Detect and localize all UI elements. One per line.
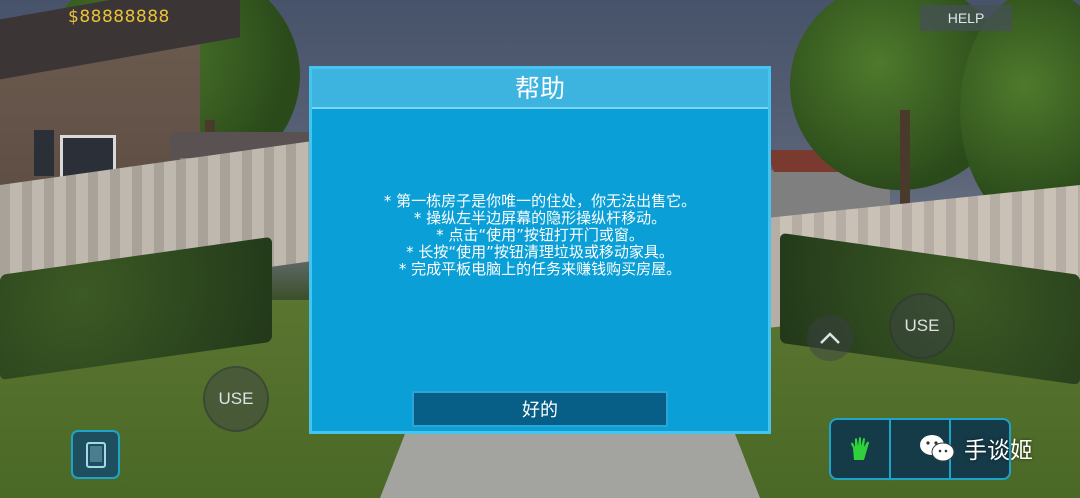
help-dialog: 帮助 * 第一栋房子是你唯一的住处，你无法出售它。 * 操纵左半边屏幕的隐形操纵… (309, 66, 771, 434)
help-line-4: * 长按“使用”按钮清理垃圾或移动家具。 (406, 243, 674, 261)
tool-slot-hand[interactable] (831, 420, 891, 478)
help-line-2: * 操纵左半边屏幕的隐形操纵杆移动。 (413, 209, 667, 227)
help-line-5: * 完成平板电脑上的任务来赚钱购买房屋。 (398, 260, 682, 278)
wechat-icon (920, 435, 955, 462)
tablet-icon (85, 441, 106, 468)
use-button-left[interactable]: USE (203, 366, 269, 432)
dialog-title: 帮助 (514, 74, 565, 103)
chevron-up-icon (820, 332, 840, 344)
help-line-3: * 点击“使用”按钮打开门或窗。 (436, 226, 644, 244)
dialog-body: * 第一栋房子是你唯一的住处，你无法出售它。 * 操纵左半边屏幕的隐形操纵杆移动… (312, 193, 768, 278)
watermark-text: 手谈姬 (964, 438, 1033, 464)
hand-icon (851, 437, 869, 460)
tablet-button[interactable] (71, 430, 120, 479)
money-counter: $88888888 (68, 7, 170, 27)
help-line-1: * 第一栋房子是你唯一的住处，你无法出售它。 (383, 192, 697, 210)
window (34, 130, 54, 176)
watermark: 手谈姬 (918, 426, 1033, 470)
ok-button[interactable]: 好的 (412, 391, 668, 427)
dialog-title-bar: 帮助 (312, 69, 768, 109)
jump-button[interactable] (807, 315, 853, 361)
help-button[interactable]: HELP (920, 5, 1012, 31)
use-button-right[interactable]: USE (889, 293, 955, 359)
